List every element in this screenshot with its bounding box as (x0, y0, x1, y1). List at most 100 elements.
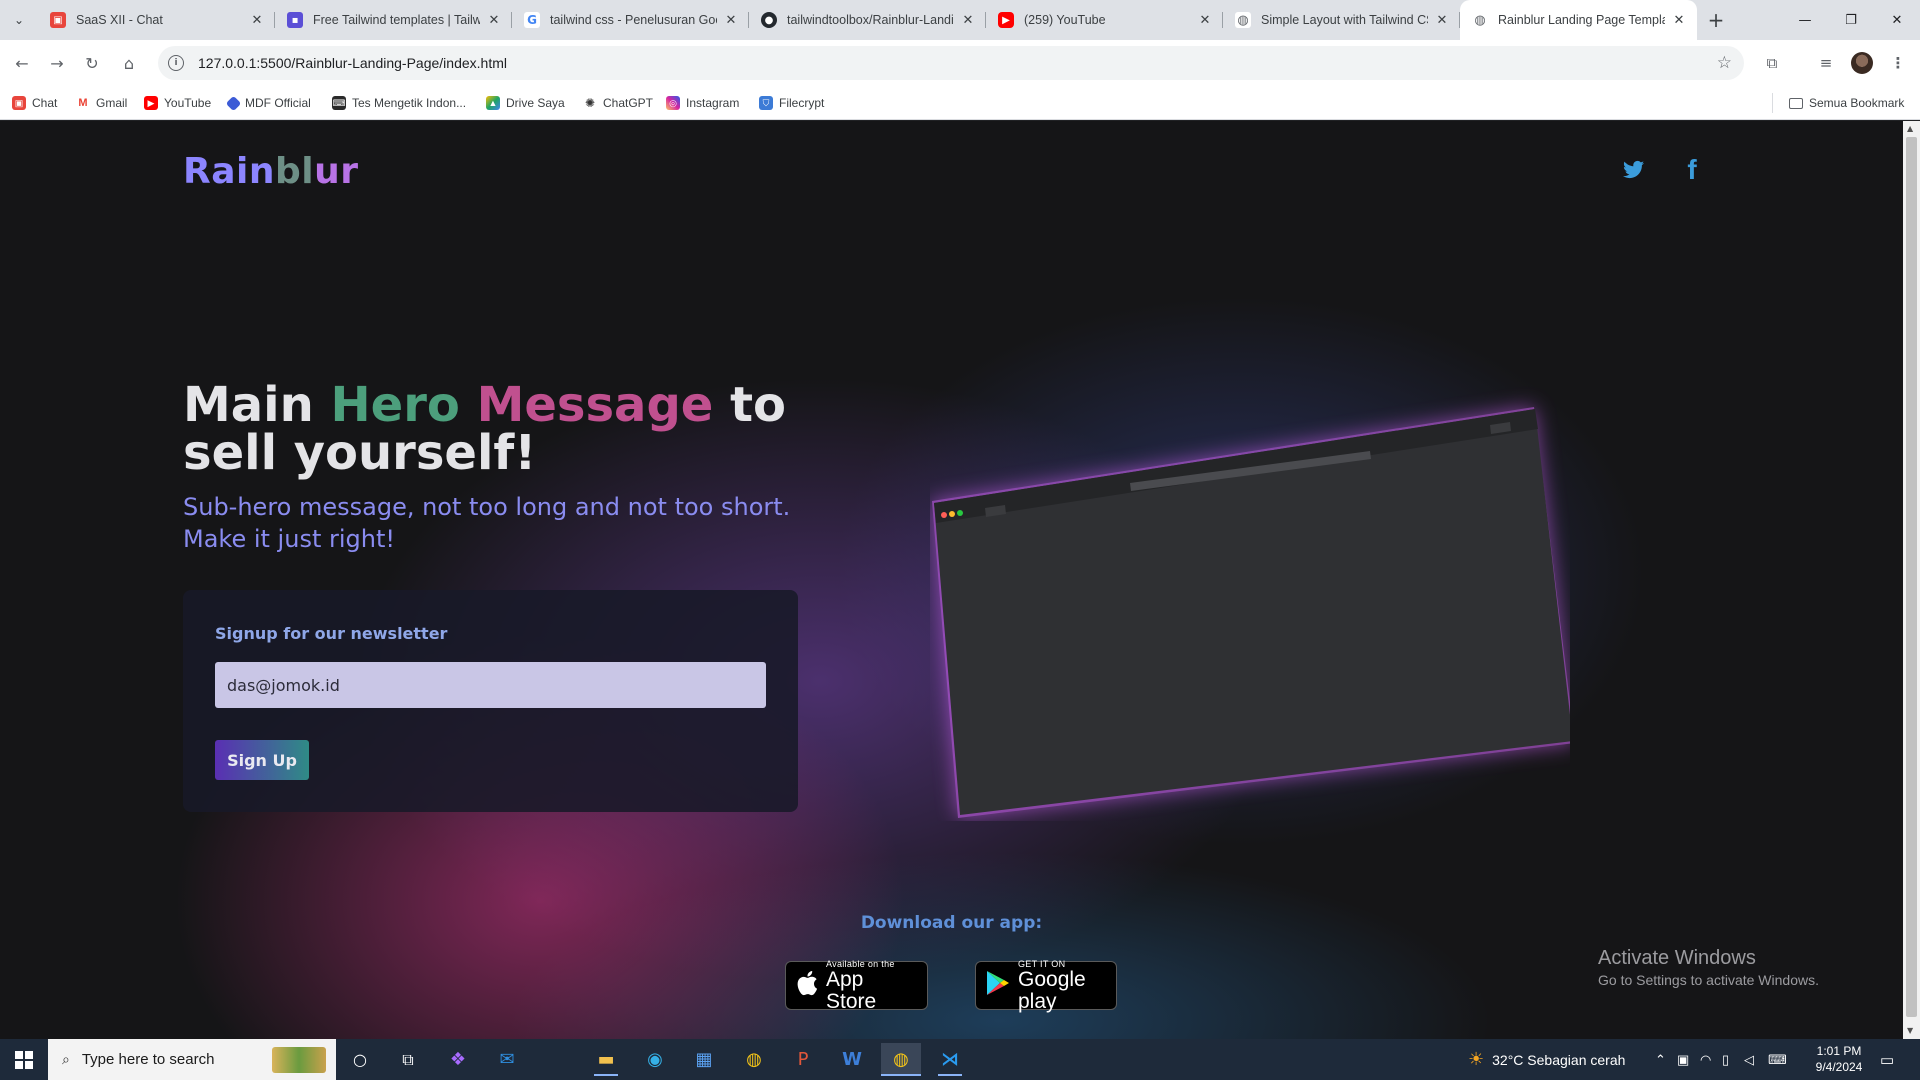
github-icon: ● (761, 12, 777, 28)
clock-time: 1:01 PM (1816, 1044, 1862, 1058)
clock-date: 9/4/2024 (1815, 1060, 1863, 1074)
signup-button[interactable]: Sign Up (215, 740, 309, 780)
bookmark-tes-mengetik[interactable]: ⌨ Tes Mengetik Indon... (332, 94, 466, 112)
keyboard-layout-icon[interactable]: ⌨ (1768, 1039, 1787, 1080)
tray-app-icon[interactable]: ▣ (1677, 1039, 1689, 1080)
logo-part-ur: ur (314, 151, 359, 192)
close-icon[interactable]: ✕ (1197, 12, 1213, 28)
tab-youtube[interactable]: ▶ (259) YouTube ✕ (986, 0, 1223, 40)
tab-rainblur[interactable]: ◍ Rainblur Landing Page Templat ✕ (1460, 0, 1697, 40)
weather-widget[interactable]: ☀ 32°C Sebagian cerah (1468, 1039, 1625, 1080)
google-play-button[interactable]: GET IT ON Google play (975, 958, 1117, 1012)
taskbar-search-box[interactable]: ⌕ Type here to search (48, 1039, 336, 1080)
tab-title: (259) YouTube (1024, 13, 1106, 27)
bookmarks-bar: ▣ Chat M Gmail ▶ YouTube MDF Official ⌨ Tes … (0, 86, 1920, 120)
close-icon[interactable]: ✕ (1671, 12, 1687, 28)
scroll-down-arrow[interactable]: ▼ (1907, 1026, 1913, 1035)
file-explorer-icon[interactable]: ▬ (586, 1043, 626, 1076)
volume-icon[interactable]: ◁ (1744, 1039, 1754, 1080)
home-button[interactable]: ⌂ (115, 49, 143, 77)
edge-icon[interactable]: ◉ (635, 1043, 675, 1076)
activate-windows-watermark: Activate Windows Go to Settings to activ… (1598, 947, 1819, 988)
copilot-icon[interactable]: ❖ (438, 1043, 478, 1076)
apple-icon (796, 970, 818, 1002)
bookmark-filecrypt[interactable]: ⛉ Filecrypt (759, 94, 824, 112)
system-clock[interactable]: 1:01 PM 9/4/2024 (1811, 1043, 1867, 1075)
page-scrollbar[interactable]: ▲ ▼ (1903, 121, 1920, 1039)
tab-github[interactable]: ● tailwindtoolbox/Rainblur-Landi ✕ (749, 0, 986, 40)
start-button[interactable] (0, 1039, 48, 1080)
facebook-icon[interactable]: f (1679, 154, 1705, 185)
tab-saas-chat[interactable]: ▣ SaaS XII - Chat ✕ (38, 0, 275, 40)
bookmark-mdf[interactable]: MDF Official (225, 94, 311, 112)
cortana-icon[interactable]: ○ (340, 1043, 380, 1076)
battery-icon[interactable]: ▯ (1722, 1039, 1729, 1080)
bookmark-chat[interactable]: ▣ Chat (12, 94, 57, 112)
close-icon[interactable]: ✕ (249, 12, 265, 28)
close-icon[interactable]: ✕ (1434, 12, 1450, 28)
close-icon[interactable]: ✕ (723, 12, 739, 28)
new-tab-button[interactable]: + (1704, 8, 1728, 32)
chrome-icon[interactable]: ◍ (734, 1043, 774, 1076)
bookmark-youtube[interactable]: ▶ YouTube (144, 94, 211, 112)
word-icon[interactable]: W (832, 1043, 872, 1076)
url-text[interactable]: 127.0.0.1:5500/Rainblur-Landing-Page/ind… (198, 55, 507, 71)
forward-button[interactable]: → (43, 49, 71, 77)
google-play-small-text: GET IT ON (1018, 958, 1066, 969)
chatgpt-icon: ✺ (583, 96, 597, 110)
network-icon[interactable]: ◠ (1700, 1039, 1711, 1080)
app-store-big-text: App Store (826, 967, 877, 1013)
reload-button[interactable]: ↻ (78, 49, 106, 77)
bookmark-label: ChatGPT (603, 96, 654, 110)
bookmark-instagram[interactable]: ◎ Instagram (666, 94, 739, 112)
site-info-icon[interactable]: i (168, 55, 184, 71)
address-bar[interactable]: i 127.0.0.1:5500/Rainblur-Landing-Page/i… (158, 46, 1744, 80)
bookmark-gmail[interactable]: M Gmail (76, 94, 127, 112)
search-highlight-image (272, 1047, 326, 1073)
logo-part-rain: Rain (183, 151, 275, 192)
tray-overflow-icon[interactable]: ⌃ (1655, 1039, 1666, 1080)
tab-tailwind-templates[interactable]: ▪ Free Tailwind templates | Tailwin ✕ (275, 0, 512, 40)
bookmarks-divider (1772, 93, 1773, 113)
all-bookmarks-button[interactable]: Semua Bookmark (1789, 94, 1904, 112)
site-logo[interactable]: Rainblur (183, 151, 358, 192)
activate-windows-subtitle: Go to Settings to activate Windows. (1598, 972, 1819, 988)
tab-google-search[interactable]: G tailwind css - Penelusuran Goo ✕ (512, 0, 749, 40)
kebab-menu-icon[interactable]: ⋮ (1884, 49, 1912, 77)
chrome-active-icon[interactable]: ◍ (881, 1043, 921, 1076)
store-icon[interactable]: ▦ (684, 1043, 724, 1076)
bookmark-drive[interactable]: ▲ Drive Saya (486, 94, 565, 112)
twitter-icon[interactable] (1621, 157, 1647, 183)
close-icon[interactable]: ✕ (486, 12, 502, 28)
restore-button[interactable]: ❐ (1828, 0, 1874, 40)
browser-mockup-image (930, 381, 1570, 821)
close-icon[interactable]: ✕ (960, 12, 976, 28)
scroll-up-arrow[interactable]: ▲ (1907, 124, 1913, 133)
mail-icon[interactable]: ✉ (487, 1043, 527, 1076)
bookmark-label: MDF Official (245, 96, 311, 110)
mdf-icon (225, 95, 242, 111)
chat-icon: ▣ (12, 96, 26, 110)
vscode-icon[interactable]: ⋊ (930, 1043, 970, 1076)
folder-icon (1789, 97, 1803, 109)
tab-title: Free Tailwind templates | Tailwin (313, 13, 480, 27)
shield-icon: ⛉ (759, 96, 773, 110)
minimize-button[interactable]: — (1782, 0, 1828, 40)
powerpoint-icon[interactable]: P (783, 1043, 823, 1076)
close-window-button[interactable]: ✕ (1874, 0, 1920, 40)
notifications-icon[interactable]: ▭ (1880, 1039, 1894, 1080)
youtube-icon: ▶ (144, 96, 158, 110)
profile-avatar[interactable] (1851, 52, 1873, 74)
extensions-icon[interactable]: ⧉ (1758, 49, 1786, 77)
bookmark-chatgpt[interactable]: ✺ ChatGPT (583, 94, 653, 112)
tab-search-menu-button[interactable]: ⌄ (6, 8, 32, 32)
app-store-button[interactable]: Available on the App Store (785, 959, 928, 1013)
scrollbar-thumb[interactable] (1906, 137, 1917, 1017)
bookmark-star-icon[interactable]: ☆ (1717, 53, 1732, 73)
email-field[interactable] (215, 662, 766, 708)
tab-simple-layout[interactable]: ◍ Simple Layout with Tailwind CS ✕ (1223, 0, 1460, 40)
media-queue-icon[interactable]: ≡ (1812, 49, 1840, 77)
back-button[interactable]: ← (8, 49, 36, 77)
task-view-icon[interactable]: ⧉ (388, 1043, 428, 1076)
tab-title: Simple Layout with Tailwind CS (1261, 13, 1428, 27)
